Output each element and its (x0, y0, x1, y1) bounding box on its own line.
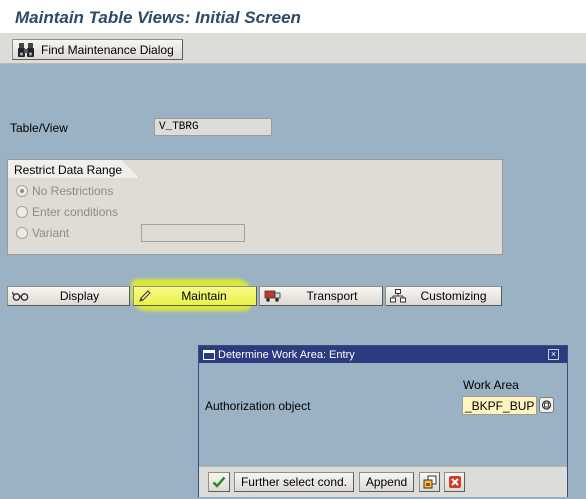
restrict-data-range-group: Restrict Data Range No Restrictions Ente… (7, 159, 503, 255)
radio-no-restrictions[interactable]: No Restrictions (16, 184, 113, 198)
close-icon[interactable]: × (548, 349, 559, 360)
dialog-title: Determine Work Area: Entry (218, 348, 355, 361)
confirm-button[interactable] (208, 472, 230, 492)
display-button[interactable]: Display (7, 286, 130, 306)
radio-label: Enter conditions (32, 205, 119, 219)
application-toolbar: Find Maintenance Dialog (0, 34, 586, 64)
variant-input[interactable] (141, 224, 245, 242)
pencil-icon (139, 290, 151, 302)
maintain-label: Maintain (181, 289, 227, 303)
transport-button[interactable]: Transport (259, 286, 383, 306)
find-maintenance-dialog-button[interactable]: Find Maintenance Dialog (12, 39, 183, 60)
find-maintenance-dialog-label: Find Maintenance Dialog (41, 42, 174, 57)
customizing-label: Customizing (420, 289, 487, 303)
multiple-selection-button[interactable] (419, 472, 440, 492)
table-view-input[interactable]: V_TBRG (154, 118, 272, 136)
display-label: Display (59, 289, 100, 303)
customizing-button[interactable]: Customizing (385, 286, 502, 306)
radio-button[interactable] (16, 227, 28, 239)
transport-label: Transport (306, 289, 358, 303)
work-area-column-header: Work Area (463, 378, 519, 392)
binoculars-icon (18, 42, 34, 57)
dialog-button-bar: Further select cond. Append (199, 466, 567, 497)
cancel-button[interactable] (444, 472, 465, 492)
radio-button[interactable] (16, 206, 28, 218)
radio-label: No Restrictions (32, 184, 114, 198)
append-button[interactable]: Append (359, 472, 414, 492)
authorization-object-label: Authorization object (205, 399, 311, 413)
dialog-window-icon (203, 349, 215, 360)
hierarchy-icon (390, 289, 406, 303)
radio-enter-conditions[interactable]: Enter conditions (16, 205, 118, 219)
radio-button[interactable] (16, 185, 28, 197)
cancel-icon (448, 476, 461, 488)
value-help-icon (541, 400, 552, 410)
truck-icon (264, 290, 281, 302)
page-title: Maintain Table Views: Initial Screen (15, 8, 301, 27)
multiple-selection-icon (423, 475, 436, 489)
further-select-cond-label: Further select cond. (240, 475, 348, 489)
append-label: Append (365, 475, 408, 489)
restrict-data-range-title: Restrict Data Range (7, 159, 139, 178)
determine-work-area-dialog: Determine Work Area: Entry × Work Area A… (198, 345, 568, 497)
title-bar: Maintain Table Views: Initial Screen (0, 0, 586, 34)
radio-variant[interactable]: Variant (16, 226, 69, 240)
maintain-button[interactable]: Maintain (133, 286, 257, 306)
glasses-icon (12, 291, 29, 301)
radio-label: Variant (32, 226, 70, 240)
authorization-object-input[interactable]: _BKPF_BUP (462, 396, 537, 415)
table-view-label: Table/View (10, 121, 68, 135)
check-icon (212, 476, 226, 488)
further-select-cond-button[interactable]: Further select cond. (234, 472, 354, 492)
value-help-button[interactable] (539, 397, 554, 413)
dialog-title-bar: Determine Work Area: Entry × (199, 346, 567, 363)
